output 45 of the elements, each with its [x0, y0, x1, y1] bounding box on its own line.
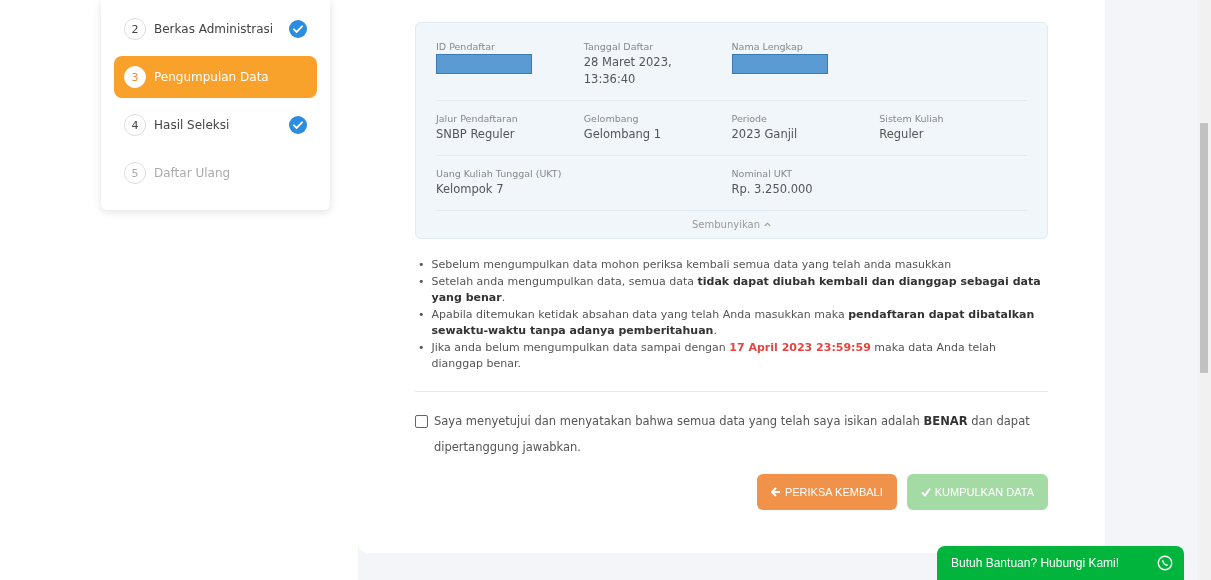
field-value: Reguler: [879, 126, 925, 143]
field-label: Periode: [731, 113, 768, 124]
caret-icon: [764, 222, 771, 227]
step-number: 5: [124, 162, 146, 184]
field-label: Gelombang: [583, 113, 640, 124]
step-number: 2: [124, 18, 146, 40]
step-label: Berkas Administrasi: [154, 22, 275, 36]
step-label: Pengumpulan Data: [154, 70, 270, 84]
note-text: Jika anda belum mengumpulkan data sampai dengan 17 April 2023 23:59:59 maka data Anda telah dianggap benar.: [431, 339, 998, 372]
chat-icon: [1156, 554, 1174, 572]
field-value: Rp. 3.250.000: [731, 181, 814, 198]
bullet-marker: •: [418, 306, 425, 323]
step-label: Daftar Ulang: [154, 166, 232, 180]
hide-toggle[interactable]: Sembunyikan: [691, 217, 771, 232]
note-text: Sebelum mengumpulkan data mohon periksa kembali semua data yang telah anda masukkan: [431, 257, 952, 273]
field-label: Jalur Pendaftaran: [436, 113, 519, 124]
field-label: Nominal UKT: [731, 168, 794, 179]
field-value: 2023 Ganjil: [731, 126, 799, 143]
note-text: Apabila ditemukan ketidak absahan data yang telah Anda masukkan maka pendaftaran dapat dibatalkan sewaktu-waktu tanpa adanya pemberitahuan.: [431, 306, 1036, 339]
agree-checkbox[interactable]: [415, 414, 428, 428]
step-item[interactable]: 2 Berkas Administrasi: [114, 8, 317, 50]
bullet-marker: •: [418, 339, 425, 356]
field-label: Tanggal Daftar: [583, 41, 655, 52]
field-label: ID Pendaftar: [436, 41, 496, 52]
field-label: Nama Lengkap: [731, 41, 804, 52]
note-text: Setelah anda mengumpulkan data, semua data tidak dapat diubah kembali dan dianggap sebagai data yang benar.: [431, 273, 1042, 306]
arrow-left-icon: [770, 486, 781, 497]
step-label: Hasil Seleksi: [154, 118, 231, 132]
back-button[interactable]: PERIKSA KEMBALI: [756, 473, 897, 510]
step-item[interactable]: 4 Hasil Seleksi: [114, 104, 317, 146]
field-value: Kelompok 7: [436, 181, 505, 198]
bullet-marker: •: [418, 273, 425, 290]
field-value: 28 Maret 2023, 13:36:40: [583, 54, 673, 88]
field-value: SNBP Reguler: [436, 126, 516, 143]
agreement-text: Saya menyetujui dan menyatakan bahwa semua data yang telah saya isikan adalah BENAR dan dapat dipertanggung jawabkan.: [434, 412, 1031, 456]
field-label: Sistem Kuliah: [879, 113, 945, 124]
check-icon: [920, 486, 931, 497]
step-item[interactable]: 3 Pengumpulan Data: [114, 56, 317, 98]
step-number: 4: [124, 114, 146, 136]
field-label: Uang Kuliah Tunggal (UKT): [436, 168, 563, 179]
step-number: 3: [124, 66, 146, 88]
scrollbar[interactable]: [1197, 0, 1211, 580]
field-value: Gelombang 1: [583, 126, 663, 143]
bullet-marker: •: [418, 257, 425, 273]
help-button[interactable]: Butuh Bantuan? Hubungi Kami!: [937, 546, 1184, 580]
